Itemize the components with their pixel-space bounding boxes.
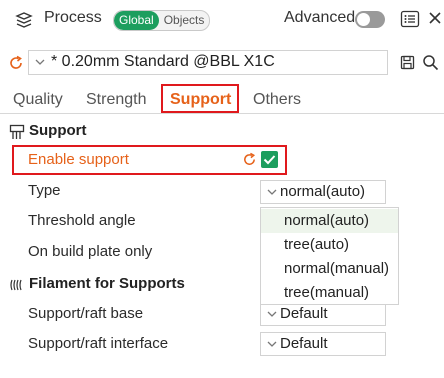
preset-value: * 0.20mm Standard @BBL X1C (51, 53, 275, 70)
support-raft-base-value: Default (280, 305, 328, 322)
list-icon[interactable] (400, 9, 420, 29)
support-raft-base-select[interactable]: Default (260, 302, 386, 326)
mode-objects[interactable]: Objects (159, 11, 210, 30)
section-title-support: Support (29, 122, 87, 139)
tab-quality[interactable]: Quality (13, 91, 63, 109)
dropdown-option-normal-manual[interactable]: normal(manual) (261, 257, 398, 281)
filament-icon (10, 279, 22, 291)
support-raft-interface-value: Default (280, 335, 328, 352)
dropdown-option-normal-auto[interactable]: normal(auto) (261, 209, 398, 233)
preset-select[interactable]: * 0.20mm Standard @BBL X1C (28, 50, 388, 75)
support-raft-base-label: Support/raft base (28, 305, 144, 322)
close-icon[interactable] (427, 10, 443, 26)
tab-highlight-box (161, 84, 239, 113)
type-dropdown-menu: normal(auto) tree(auto) normal(manual) t… (260, 207, 399, 305)
type-select[interactable]: normal(auto) (260, 180, 386, 204)
support-icon (9, 124, 25, 139)
advanced-label: Advanced (284, 9, 356, 26)
enable-support-checkbox[interactable] (261, 151, 278, 168)
chevron-down-icon (267, 311, 277, 317)
panel-title: Process (44, 9, 102, 26)
type-value: normal(auto) (280, 183, 366, 200)
tab-divider (0, 113, 444, 114)
advanced-toggle[interactable] (355, 11, 385, 28)
mode-global[interactable]: Global (114, 11, 159, 30)
reset-icon[interactable] (8, 55, 24, 71)
support-raft-interface-label: Support/raft interface (28, 335, 169, 352)
chevron-down-icon (267, 189, 277, 195)
type-label: Type (28, 182, 61, 199)
chevron-down-icon (35, 59, 45, 65)
mode-switch[interactable]: Global Objects (113, 10, 211, 31)
tab-others[interactable]: Others (253, 91, 301, 109)
tab-strength[interactable]: Strength (86, 91, 146, 109)
layers-icon (15, 12, 33, 28)
dropdown-option-tree-auto[interactable]: tree(auto) (261, 233, 398, 257)
dropdown-option-tree-manual[interactable]: tree(manual) (261, 281, 398, 305)
build-plate-only-label: On build plate only (28, 243, 153, 260)
save-icon[interactable] (400, 55, 415, 70)
search-icon[interactable] (422, 54, 439, 71)
support-raft-interface-select[interactable]: Default (260, 332, 386, 356)
threshold-angle-label: Threshold angle (28, 212, 136, 229)
chevron-down-icon (267, 341, 277, 347)
enable-support-label: Enable support (28, 151, 129, 168)
section-title-filament: Filament for Supports (29, 275, 185, 292)
reset-icon[interactable] (242, 152, 257, 167)
